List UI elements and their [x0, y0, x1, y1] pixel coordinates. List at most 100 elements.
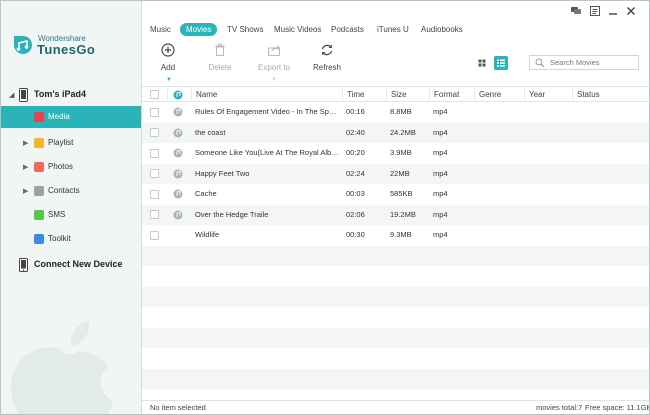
size-cell: 8.8MB — [390, 107, 412, 116]
minimize-icon[interactable] — [607, 5, 619, 17]
row-checkbox[interactable] — [150, 230, 159, 240]
brand-name-text: TunesGo — [37, 42, 96, 57]
delete-button[interactable]: Delete — [205, 43, 235, 81]
time-column-header[interactable]: Time — [342, 87, 386, 102]
movies-total-count: movies total:7 — [536, 403, 583, 412]
year-column-header[interactable]: Year — [524, 87, 572, 102]
sidebar-item-contacts[interactable]: ▶ Contacts — [1, 180, 141, 202]
tab-itunes-u[interactable]: iTunes U — [371, 23, 415, 36]
name-cell: Someone Like You(Live At The Royal Alber… — [195, 148, 340, 157]
row-checkbox[interactable] — [150, 210, 159, 219]
tab-tv-shows[interactable]: TV Shows — [221, 23, 269, 36]
add-button[interactable]: Add — [155, 43, 181, 81]
time-cell: 00:03 — [346, 189, 365, 198]
name-cell: Wildlife — [195, 230, 220, 239]
table-row[interactable]: Rules Of Engagement Video - In The Spotl… — [142, 102, 649, 123]
delete-label: Delete — [208, 63, 232, 72]
name-cell: Rules Of Engagement Video - In The Spotl… — [195, 107, 340, 116]
expand-triangle-icon[interactable]: ▶ — [23, 163, 28, 171]
tab-podcasts[interactable]: Podcasts — [325, 23, 370, 36]
year-cell — [528, 143, 572, 163]
selection-status: No item selected — [150, 403, 206, 412]
collapse-triangle-icon[interactable]: ◢ — [9, 91, 14, 99]
genre-cell — [478, 102, 524, 122]
table-row[interactable]: Cache 00:03 585KB mp4 — [142, 184, 649, 205]
playlist-icon — [34, 138, 44, 148]
sms-icon — [34, 210, 44, 220]
menu-icon[interactable] — [589, 5, 601, 17]
empty-table-row — [142, 307, 649, 328]
sidebar-item-label: Media — [48, 112, 70, 121]
format-cell: mp4 — [433, 127, 448, 137]
empty-table-row — [142, 327, 649, 348]
format-cell: mp4 — [433, 168, 448, 178]
year-cell — [528, 123, 572, 143]
row-checkbox[interactable] — [150, 107, 159, 117]
table-row[interactable]: Over the Hedge Traile 02:06 19.2MB mp4 — [142, 204, 649, 225]
media-disc-icon — [173, 189, 183, 199]
size-cell: 9.3MB — [390, 230, 412, 239]
row-checkbox[interactable] — [150, 169, 159, 178]
sidebar-item-label: Toolkit — [48, 234, 71, 243]
sidebar: Wondershare TunesGo ◢ Tom's iPad4 Media ▶… — [1, 1, 142, 414]
add-dropdown-caret-icon[interactable]: ▼ — [166, 77, 172, 83]
tab-movies[interactable]: Movies — [180, 23, 218, 36]
list-view-toggle[interactable] — [494, 56, 508, 70]
media-disc-icon — [173, 107, 183, 117]
table-row[interactable]: Wildlife 00:30 9.3MB mp4 — [142, 225, 649, 246]
sidebar-item-media[interactable]: Media — [1, 106, 141, 128]
export-to-label: Export to — [257, 63, 290, 72]
sidebar-item-photos[interactable]: ▶ Photos — [1, 156, 141, 178]
sidebar-item-playlist[interactable]: ▶ Playlist — [1, 132, 141, 154]
expand-triangle-icon[interactable]: ▶ — [23, 139, 28, 147]
size-cell: 19.2MB — [390, 209, 416, 219]
format-cell: mp4 — [433, 148, 448, 157]
tab-audiobooks[interactable]: Audiobooks — [415, 23, 469, 36]
expand-triangle-icon[interactable]: ▶ — [23, 187, 28, 195]
refresh-button[interactable]: Refresh — [312, 43, 342, 81]
name-cell: Happy Feet Two — [195, 168, 250, 178]
tab-music-videos[interactable]: Music Videos — [268, 23, 327, 36]
search-input[interactable] — [550, 57, 634, 68]
device-tree-item[interactable]: ◢ Tom's iPad4 — [1, 87, 141, 103]
ipad-icon — [19, 88, 28, 102]
format-column-header[interactable]: Format — [429, 87, 474, 102]
grid-view-toggle[interactable] — [475, 56, 489, 70]
connect-new-device-item[interactable]: Connect New Device — [1, 257, 141, 273]
genre-cell — [478, 205, 524, 225]
export-to-button[interactable]: Export to — [256, 43, 292, 81]
name-column-header[interactable]: Name — [191, 87, 341, 102]
media-disc-icon — [173, 169, 183, 178]
movies-table: Name Time Size Format Genre Year Status … — [142, 86, 649, 399]
sidebar-item-toolkit[interactable]: Toolkit — [1, 228, 141, 250]
select-all-checkbox[interactable] — [150, 90, 159, 99]
format-cell: mp4 — [433, 107, 448, 116]
row-checkbox[interactable] — [150, 189, 159, 199]
table-row[interactable]: Someone Like You(Live At The Royal Alber… — [142, 143, 649, 164]
apple-watermark-icon — [10, 321, 113, 414]
feedback-icon[interactable] — [570, 5, 582, 17]
tab-music[interactable]: Music — [144, 23, 177, 36]
genre-cell — [478, 123, 524, 143]
media-disc-icon — [173, 210, 183, 219]
genre-cell — [478, 184, 524, 204]
name-cell: Cache — [195, 189, 217, 198]
export-dropdown-caret-icon[interactable]: ▼ — [271, 77, 277, 83]
table-header: Name Time Size Format Genre Year Status — [142, 86, 649, 102]
status-column-header[interactable]: Status — [572, 87, 649, 102]
row-checkbox[interactable] — [150, 128, 159, 137]
phone-icon — [19, 258, 28, 272]
genre-cell — [478, 164, 524, 184]
time-cell: 00:20 — [346, 148, 365, 157]
device-label: Tom's iPad4 — [34, 89, 86, 99]
row-checkbox[interactable] — [150, 148, 159, 158]
table-row[interactable]: Happy Feet Two 02:24 22MB mp4 — [142, 163, 649, 184]
close-icon[interactable] — [625, 5, 637, 17]
time-cell: 02:06 — [346, 209, 365, 219]
sidebar-item-sms[interactable]: SMS — [1, 204, 141, 226]
genre-column-header[interactable]: Genre — [474, 87, 524, 102]
table-row[interactable]: the coast 02:40 24.2MB mp4 — [142, 122, 649, 143]
status-cell — [576, 143, 646, 163]
size-column-header[interactable]: Size — [386, 87, 429, 102]
name-cell: Over the Hedge Traile — [195, 209, 269, 219]
